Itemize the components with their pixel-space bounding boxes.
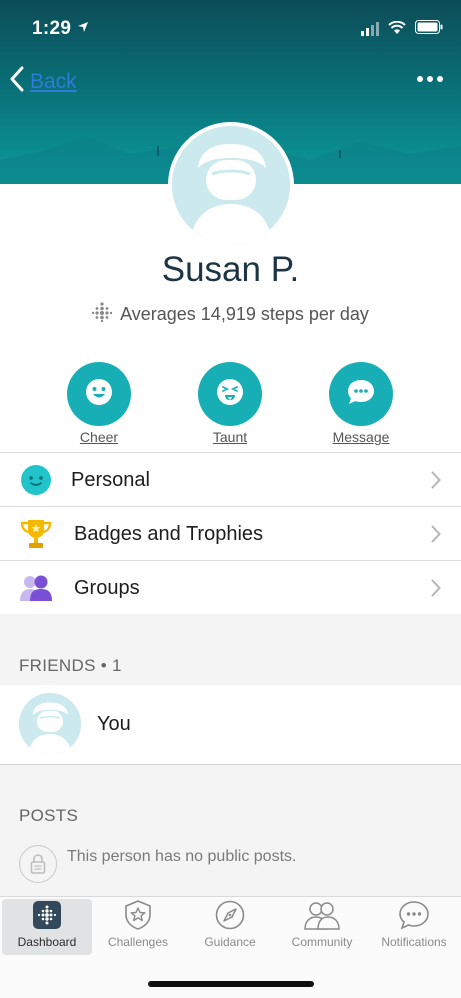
smile-icon xyxy=(85,378,113,411)
community-people-icon xyxy=(302,900,342,935)
message-label: Message xyxy=(332,429,390,445)
tab-dashboard-label: Dashboard xyxy=(17,935,77,949)
tab-notifications[interactable]: Notifications xyxy=(369,899,459,955)
battery-icon xyxy=(415,20,443,39)
chevron-right-icon xyxy=(431,471,441,494)
back-button[interactable]: Back xyxy=(10,66,77,97)
back-label: Back xyxy=(30,69,77,93)
taunt-button[interactable]: Taunt xyxy=(185,362,275,445)
signal-icon xyxy=(361,22,381,41)
no-posts-text: This person has no public posts. xyxy=(67,848,297,865)
menu-item-badges-trophies-label: Badges and Trophies xyxy=(74,523,264,545)
profile-name: Susan P. xyxy=(161,250,300,289)
taunt-label: Taunt xyxy=(212,429,248,445)
average-steps: Averages 14,919 steps per day xyxy=(0,302,461,327)
chevron-right-icon xyxy=(431,525,441,548)
compass-icon xyxy=(215,900,245,935)
tab-notifications-label: Notifications xyxy=(381,935,447,949)
menu-item-badges-trophies[interactable]: Badges and Trophies xyxy=(0,507,461,561)
menu-item-personal-label: Personal xyxy=(71,469,150,491)
tab-community-label: Community xyxy=(291,935,353,949)
avatar xyxy=(19,693,81,755)
lock-icon xyxy=(19,845,57,883)
chevron-right-icon xyxy=(431,579,441,602)
friend-row[interactable]: You xyxy=(0,685,461,765)
menu-item-groups-label: Groups xyxy=(74,577,140,599)
more-options-button[interactable] xyxy=(417,68,443,90)
chevron-left-icon xyxy=(10,66,24,97)
menu-item-personal[interactable]: Personal xyxy=(0,453,461,507)
tab-dashboard[interactable]: Dashboard xyxy=(2,899,92,955)
tab-challenges-label: Challenges xyxy=(107,935,169,949)
personal-face-icon xyxy=(19,464,53,496)
trophy-icon xyxy=(19,518,53,550)
social-actions: Cheer Taunt Message xyxy=(0,362,461,448)
posts-header: POSTS xyxy=(19,806,79,825)
home-indicator[interactable] xyxy=(148,981,314,987)
cheer-label: Cheer xyxy=(79,429,119,445)
average-steps-text: Averages 14,919 steps per day xyxy=(120,304,369,324)
notifications-bubble-icon xyxy=(398,900,430,935)
tab-guidance[interactable]: Guidance xyxy=(185,899,275,955)
status-time: 1:29 xyxy=(32,18,72,39)
chat-bubble-icon xyxy=(346,378,376,411)
tab-guidance-label: Guidance xyxy=(204,935,256,949)
status-bar: 1:29 xyxy=(0,12,461,46)
tab-community[interactable]: Community xyxy=(277,899,367,955)
dashboard-icon xyxy=(33,900,61,934)
profile-menu: Personal Badges and Trophies Groups xyxy=(0,452,461,615)
location-arrow-icon xyxy=(77,20,89,38)
tab-challenges[interactable]: Challenges xyxy=(93,899,183,955)
steps-dots-icon xyxy=(91,302,113,327)
menu-item-groups[interactable]: Groups xyxy=(0,561,461,615)
groups-icon xyxy=(19,572,53,604)
profile-avatar xyxy=(168,122,294,248)
message-button[interactable]: Message xyxy=(316,362,406,445)
cheer-button[interactable]: Cheer xyxy=(54,362,144,445)
challenges-shield-icon xyxy=(123,899,153,936)
wifi-icon xyxy=(388,20,406,40)
friend-name: You xyxy=(97,713,131,735)
taunt-face-icon xyxy=(216,378,244,411)
friends-header: FRIENDS • 1 xyxy=(19,656,122,675)
no-posts-message: This person has no public posts. xyxy=(19,845,296,883)
